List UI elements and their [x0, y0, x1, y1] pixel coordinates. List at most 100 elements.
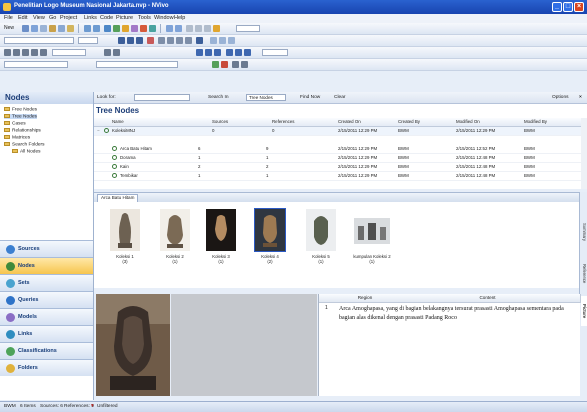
- query-icon[interactable]: [113, 25, 120, 32]
- menu-view[interactable]: View: [33, 15, 45, 21]
- nav-folders-button[interactable]: Folders: [0, 359, 93, 376]
- thumbnail-koleksi-4[interactable]: [254, 208, 286, 252]
- mark-icon[interactable]: [104, 49, 111, 56]
- content-cell[interactable]: Arca Amoghapasa, yang di bagian belakang…: [339, 305, 579, 323]
- filter-icon[interactable]: [204, 25, 211, 32]
- picture-viewer[interactable]: [96, 294, 170, 396]
- code-at-icon[interactable]: [212, 61, 219, 68]
- code-icon[interactable]: [196, 49, 203, 56]
- find-text-icon[interactable]: [196, 37, 203, 44]
- nav-queries-button[interactable]: Queries: [0, 291, 93, 308]
- play-icon[interactable]: [4, 49, 11, 56]
- forward-icon[interactable]: [31, 49, 38, 56]
- tab-reference[interactable]: Reference: [581, 254, 587, 294]
- col-created-by[interactable]: Created By: [398, 119, 420, 124]
- redo-icon[interactable]: [93, 25, 100, 32]
- nav-sets-button[interactable]: Sets: [0, 274, 93, 291]
- expand-icon[interactable]: −: [97, 128, 100, 133]
- undo-icon[interactable]: [84, 25, 91, 32]
- menu-links[interactable]: Links: [84, 15, 97, 21]
- font-size-combo[interactable]: [78, 37, 98, 44]
- zoom-icon[interactable]: [186, 25, 193, 32]
- menu-project[interactable]: Project: [60, 15, 77, 21]
- col-references[interactable]: References: [272, 119, 294, 124]
- open-icon[interactable]: [22, 25, 29, 32]
- paste-icon[interactable]: [67, 25, 74, 32]
- menu-file[interactable]: File: [4, 15, 13, 21]
- report-icon[interactable]: [149, 25, 156, 32]
- col-sources[interactable]: Sources: [212, 119, 228, 124]
- col-modified-by[interactable]: Modified By: [524, 119, 547, 124]
- tree-relationships[interactable]: Relationships: [4, 128, 41, 133]
- nav-links-button[interactable]: Links: [0, 325, 93, 342]
- underline-icon[interactable]: [136, 37, 143, 44]
- copy-icon[interactable]: [58, 25, 65, 32]
- tree-matrices[interactable]: Matrices: [4, 135, 30, 140]
- rewind-icon[interactable]: [22, 49, 29, 56]
- list-scrollbar[interactable]: [581, 118, 587, 189]
- tree-tree-nodes[interactable]: Tree Nodes: [4, 114, 37, 120]
- menu-go[interactable]: Go: [49, 15, 56, 21]
- coding-combo[interactable]: [262, 49, 288, 56]
- highlight-coding-icon[interactable]: [235, 49, 242, 56]
- timespan-combo[interactable]: [52, 49, 86, 56]
- table-row[interactable]: Kain 2 2 2/15/2011 12:29 PM BWM 2/15/201…: [94, 163, 587, 172]
- tree-cases[interactable]: Cases: [4, 121, 26, 126]
- close-button[interactable]: ×: [574, 2, 584, 12]
- cut-icon[interactable]: [49, 25, 56, 32]
- look-for-input[interactable]: [134, 94, 190, 101]
- close-find-icon[interactable]: ×: [579, 95, 582, 100]
- align-center-icon[interactable]: [167, 37, 174, 44]
- find-icon[interactable]: [104, 25, 111, 32]
- tab-arca-batu-hitam[interactable]: Arca Batu Hitam: [97, 194, 139, 202]
- uncode-at-icon[interactable]: [221, 61, 228, 68]
- nav-models-button[interactable]: Models: [0, 308, 93, 325]
- menu-code[interactable]: Code: [100, 15, 113, 21]
- tree-free-nodes[interactable]: Free Nodes: [4, 107, 37, 112]
- highlight-icon[interactable]: [213, 25, 220, 32]
- italic-icon[interactable]: [127, 37, 134, 44]
- save-icon[interactable]: [31, 25, 38, 32]
- detail-icon[interactable]: [175, 25, 182, 32]
- menu-window[interactable]: Window: [154, 15, 174, 21]
- table-row[interactable]: Arca Batu Hitam 6 9 2/15/2011 12:29 PM B…: [94, 145, 587, 154]
- style-combo[interactable]: [4, 37, 74, 44]
- search-scope-combo[interactable]: Tree Nodes: [246, 94, 286, 101]
- minimize-button[interactable]: _: [552, 2, 562, 12]
- align-right-icon[interactable]: [176, 37, 183, 44]
- menu-tools[interactable]: Tools: [138, 15, 151, 21]
- align-left-icon[interactable]: [158, 37, 165, 44]
- font-color-icon[interactable]: [147, 37, 154, 44]
- print-icon[interactable]: [40, 25, 47, 32]
- clip-icon[interactable]: [113, 49, 120, 56]
- nav-nodes-button[interactable]: Nodes: [0, 257, 93, 274]
- tree-all-nodes[interactable]: All Nodes: [12, 149, 41, 154]
- new-button[interactable]: New: [4, 25, 14, 31]
- node-combo[interactable]: [96, 61, 178, 68]
- table-row[interactable]: Tembikar 1 1 2/15/2011 12:29 PM BWM 2/15…: [94, 172, 587, 181]
- thumbnail-koleksi-3[interactable]: [206, 209, 236, 251]
- thumbnail-kumpulan-koleksi-2[interactable]: [354, 218, 390, 244]
- table-icon[interactable]: [228, 37, 235, 44]
- sort-icon[interactable]: [232, 61, 239, 68]
- col-name[interactable]: Name: [112, 119, 124, 124]
- options-button[interactable]: Options: [552, 95, 569, 100]
- search-in-button[interactable]: Search In: [208, 95, 229, 100]
- code-in-vivo-icon[interactable]: [214, 49, 221, 56]
- maximize-button[interactable]: □: [563, 2, 573, 12]
- col-modified-on[interactable]: Modified On: [456, 119, 480, 124]
- skip-icon[interactable]: [40, 49, 47, 56]
- stripes-icon[interactable]: [226, 49, 233, 56]
- spell-icon[interactable]: [210, 37, 217, 44]
- find-now-button[interactable]: Find Now: [300, 95, 320, 100]
- model-icon[interactable]: [131, 25, 138, 32]
- col-region[interactable]: Region: [335, 294, 396, 303]
- grid-icon[interactable]: [195, 25, 202, 32]
- link-icon[interactable]: [122, 25, 129, 32]
- bullets-icon[interactable]: [185, 37, 192, 44]
- tab-picture[interactable]: Picture: [581, 296, 587, 326]
- table-row[interactable]: − KoleksiMNJ 0 0 2/15/2011 12:29 PM BWM …: [94, 127, 587, 136]
- stop-icon[interactable]: [13, 49, 20, 56]
- menu-picture[interactable]: Picture: [116, 15, 133, 21]
- tree-search-folders[interactable]: Search Folders: [4, 142, 45, 147]
